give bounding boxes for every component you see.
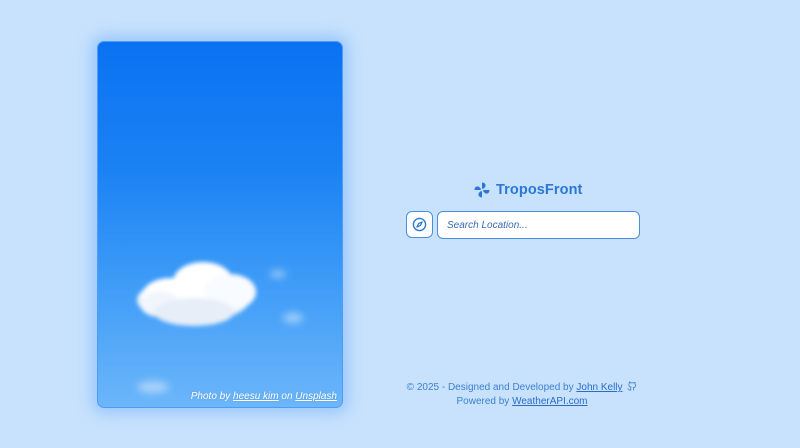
- copyright-text: © 2025 - Designed and Developed by: [406, 382, 574, 393]
- sky-photo: Photo by heesu kim on Unsplash: [97, 41, 343, 408]
- photo-credit-prefix: Photo by: [190, 391, 231, 402]
- brand-name: TroposFront: [496, 182, 583, 198]
- github-icon[interactable]: [627, 381, 637, 391]
- cloud-image: [137, 262, 303, 393]
- author-link[interactable]: John Kelly: [576, 382, 622, 393]
- pinwheel-icon: [473, 181, 491, 199]
- unsplash-link[interactable]: Unsplash: [295, 391, 337, 402]
- photo-credit: Photo by heesu kim on Unsplash: [191, 391, 337, 402]
- copyright-line: © 2025 - Designed and Developed by John …: [380, 381, 664, 395]
- powered-line: Powered by WeatherAPI.com: [380, 395, 664, 409]
- search-input[interactable]: [437, 211, 640, 239]
- photographer-link[interactable]: heesu kim: [233, 391, 279, 402]
- compass-icon: [412, 217, 427, 232]
- app-root: Photo by heesu kim on Unsplash TroposFro…: [0, 0, 800, 448]
- photo-credit-middle: on: [281, 391, 293, 402]
- brand: TroposFront: [473, 180, 582, 200]
- powered-text: Powered by: [456, 396, 510, 407]
- weatherapi-link[interactable]: WeatherAPI.com: [512, 396, 587, 407]
- footer: © 2025 - Designed and Developed by John …: [380, 381, 664, 409]
- locate-button[interactable]: [406, 211, 433, 238]
